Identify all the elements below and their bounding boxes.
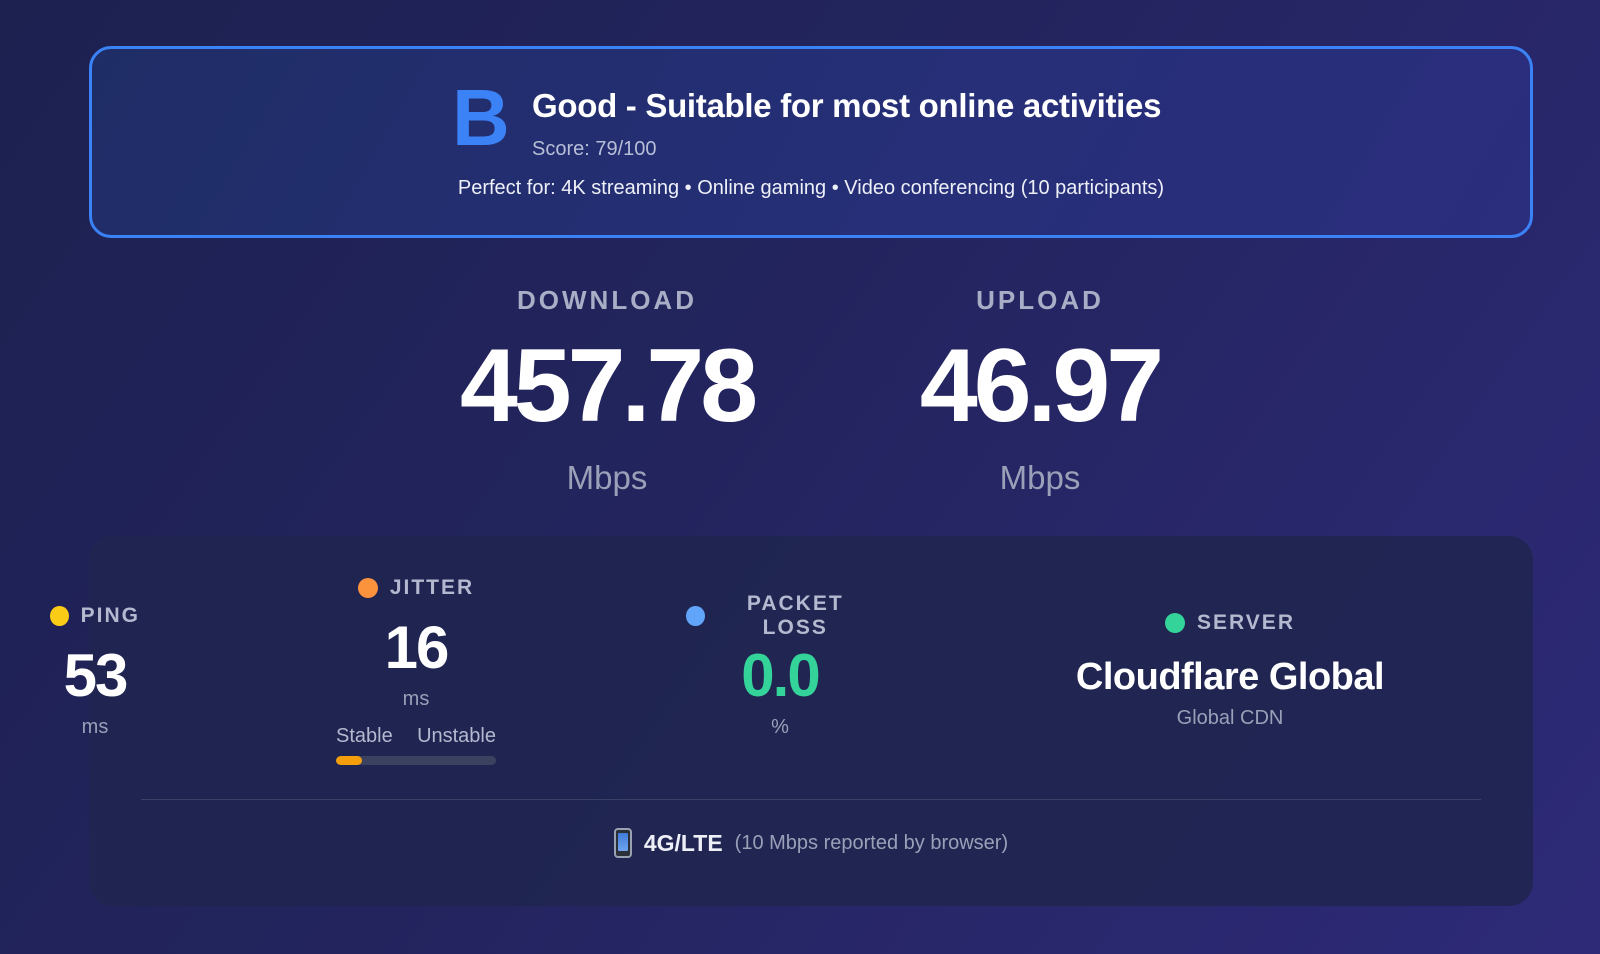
jitter-unit: ms (402, 688, 430, 710)
grade-card (89, 46, 1533, 238)
grade-score: Score: 79/100 (532, 138, 657, 160)
upload-value: 46.97 (919, 328, 1164, 444)
upload-result: UPLOAD 46.97 Mbps (860, 284, 1220, 496)
server-name: Cloudflare Global (1075, 656, 1385, 698)
packet-loss-metric: PACKET LOSS 0.0 % (686, 592, 874, 739)
packet-loss-label: PACKET LOSS (746, 592, 844, 639)
download-unit: Mbps (566, 459, 648, 496)
download-result: DOWNLOAD 457.78 Mbps (427, 284, 787, 496)
jitter-metric: JITTER 16 ms Stable Unstable (336, 574, 496, 765)
ping-label: PING (80, 604, 140, 627)
download-value: 457.78 (459, 328, 758, 444)
jitter-label: JITTER (389, 576, 475, 599)
jitter-stability-labels: Stable Unstable (336, 725, 496, 748)
packet-loss-unit: % (771, 716, 789, 738)
ping-status-dot-icon (50, 606, 69, 626)
connection-type: 4G/LTE (643, 829, 723, 856)
grade-title: Good - Suitable for most online activiti… (532, 87, 1162, 124)
mobile-phone-icon (613, 828, 632, 858)
packet-loss-value: 0.0 (741, 642, 820, 709)
grade-letter: B (452, 73, 510, 162)
metrics-divider (141, 799, 1481, 800)
ping-value: 53 (63, 642, 129, 709)
server-label: SERVER (1197, 611, 1295, 634)
packet-loss-status-dot-icon (686, 606, 705, 626)
perfect-for-list: Perfect for: 4K streaming • Online gamin… (457, 177, 1165, 199)
ping-unit: ms (81, 716, 109, 738)
unstable-label: Unstable (417, 725, 496, 747)
connection-info: 4G/LTE (10 Mbps reported by browser) (89, 828, 1533, 858)
upload-unit: Mbps (999, 459, 1081, 496)
upload-label: UPLOAD (976, 285, 1104, 315)
connection-note: (10 Mbps reported by browser) (734, 831, 1009, 854)
server-status-dot-icon (1165, 613, 1185, 633)
jitter-stability-fill (336, 756, 362, 765)
stable-label: Stable (336, 725, 393, 747)
jitter-stability-bar (336, 756, 496, 765)
server-metric: SERVER Cloudflare Global Global CDN (1065, 609, 1395, 730)
server-subtitle: Global CDN (1176, 707, 1284, 729)
ping-metric: PING 53 ms (50, 602, 140, 739)
jitter-value: 16 (384, 614, 450, 681)
download-label: DOWNLOAD (517, 285, 697, 315)
jitter-status-dot-icon (357, 578, 378, 598)
